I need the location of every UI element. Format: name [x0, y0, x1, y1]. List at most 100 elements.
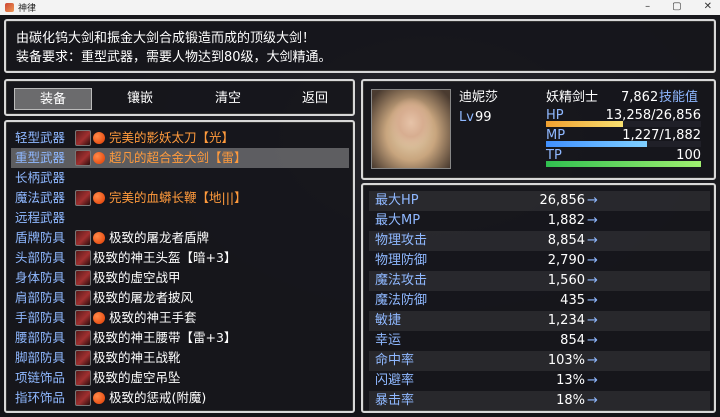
actor-level-label: Lv: [459, 110, 474, 125]
slot-type-label: 魔法武器: [15, 190, 66, 205]
slot-item-name: 极致的神王头盔【暗+3】: [93, 250, 237, 265]
parameter-row: 物理防御 2,790 →: [369, 251, 710, 271]
equip-slot-row[interactable]: 远程武器: [11, 208, 349, 228]
equip-slot-row[interactable]: 脚部防具 极致的神王战靴: [11, 348, 349, 368]
parameter-name: 命中率: [375, 353, 415, 368]
slot-item-name: 完美的影妖太刀【光】: [109, 130, 235, 145]
arrow-right-icon: →: [587, 373, 598, 388]
command-return[interactable]: 返回: [276, 88, 354, 110]
rarity-orb-icon: [93, 132, 105, 144]
boots-icon: [75, 350, 91, 366]
slot-item-name: 超凡的超合金大剑【雷】: [109, 150, 247, 165]
rarity-orb-icon: [93, 312, 105, 324]
rarity-orb-icon: [93, 152, 105, 164]
parameter-row: 幸运 854 →: [369, 331, 710, 351]
tp-value: 100: [676, 148, 701, 163]
parameter-value: 854: [560, 333, 585, 348]
parameter-name: 闪避率: [375, 373, 415, 388]
parameter-row: 敏捷 1,234 →: [369, 311, 710, 331]
katana-icon: [75, 130, 91, 146]
parameter-value: 18%: [556, 393, 585, 408]
armor-icon: [75, 270, 91, 286]
equip-slot-row[interactable]: 手部防具 极致的神王手套: [11, 308, 349, 328]
window-title: 神律: [18, 4, 37, 14]
slot-type-label: 远程武器: [15, 210, 66, 225]
slot-item-name: 极致的虚空吊坠: [93, 370, 181, 385]
slot-item-name: 极致的神王手套: [109, 310, 197, 325]
actor-status-window: 迪妮莎 Lv 99 妖精剑士 7,862 技能值 HP 13,258/26,85…: [361, 79, 716, 180]
helmet-icon: [75, 250, 91, 266]
arrow-right-icon: →: [587, 273, 598, 288]
equip-slot-window: 轻型武器 完美的影妖太刀【光】 重型武器 超凡的超合金大剑【雷】 长柄武器 魔法武器 完美的…: [4, 120, 355, 413]
window-titlebar: 神律 – ▢ ✕: [0, 0, 720, 15]
equip-slot-row[interactable]: 头部防具 极致的神王头盔【暗+3】: [11, 248, 349, 268]
rarity-orb-icon: [93, 232, 105, 244]
parameter-row: 最大HP 26,856 →: [369, 191, 710, 211]
parameter-value: 1,882: [547, 213, 585, 228]
close-icon[interactable]: ✕: [704, 1, 712, 12]
parameter-window: 最大HP 26,856 → 最大MP 1,882 → 物理攻击 8,854 → 物理防御 2,790…: [361, 183, 716, 413]
command-window: 装备 镶嵌 清空 返回: [4, 79, 355, 116]
equip-slot-row[interactable]: 腰部防具 极致的神王腰带【雷+3】: [11, 328, 349, 348]
whip-icon: [75, 190, 91, 206]
shield-icon: [75, 230, 91, 246]
parameter-name: 魔法防御: [375, 293, 428, 308]
slot-item-name: 极致的屠龙者盾牌: [109, 230, 210, 245]
arrow-right-icon: →: [587, 253, 598, 268]
equip-slot-row[interactable]: 肩部防具 极致的屠龙者披风: [11, 288, 349, 308]
belt-icon: [75, 330, 91, 346]
actor-name: 迪妮莎: [459, 90, 499, 105]
slot-type-label: 指环饰品: [15, 390, 66, 405]
equip-slot-row[interactable]: 身体防具 极致的虚空战甲: [11, 268, 349, 288]
rarity-orb-icon: [93, 192, 105, 204]
actor-portrait: [371, 89, 451, 169]
arrow-right-icon: →: [587, 353, 598, 368]
pendant-icon: [75, 370, 91, 386]
slot-item-name: 极致的神王战靴: [93, 350, 181, 365]
slot-item-name: 极致的神王腰带【雷+3】: [93, 330, 237, 345]
app-icon: [5, 3, 14, 12]
equip-slot-row[interactable]: 魔法武器 完美的血蟒长鞭【地|||】: [11, 188, 349, 208]
parameter-row: 暴击率 18% →: [369, 391, 710, 411]
parameter-value: 1,234: [547, 313, 585, 328]
actor-class: 妖精剑士: [546, 90, 599, 105]
parameter-row: 最大MP 1,882 →: [369, 211, 710, 231]
slot-type-label: 轻型武器: [15, 130, 66, 145]
slot-type-label: 长柄武器: [15, 170, 66, 185]
rarity-orb-icon: [93, 392, 105, 404]
cape-icon: [75, 290, 91, 306]
arrow-right-icon: →: [587, 293, 598, 308]
parameter-name: 物理攻击: [375, 233, 428, 248]
parameter-name: 幸运: [375, 333, 402, 348]
command-equip[interactable]: 装备: [14, 88, 92, 110]
ring-icon: [75, 390, 91, 406]
greatsword-icon: [75, 150, 91, 166]
parameter-value: 1,560: [547, 273, 585, 288]
minimize-icon[interactable]: –: [645, 1, 650, 12]
maximize-icon[interactable]: ▢: [672, 1, 681, 12]
slot-type-label: 手部防具: [15, 310, 66, 325]
command-socket[interactable]: 镶嵌: [101, 88, 179, 110]
slot-item-name: 极致的屠龙者披风: [93, 290, 194, 305]
equip-slot-row[interactable]: 指环饰品 极致的惩戒(附魔): [11, 388, 349, 408]
actor-level: 99: [475, 110, 492, 125]
equip-slot-row[interactable]: 盾牌防具 极致的屠龙者盾牌: [11, 228, 349, 248]
parameter-row: 物理攻击 8,854 →: [369, 231, 710, 251]
parameter-value: 435: [560, 293, 585, 308]
parameter-name: 敏捷: [375, 313, 402, 328]
slot-item-name: 极致的惩戒(附魔): [109, 390, 207, 405]
equip-slot-row[interactable]: 长柄武器: [11, 168, 349, 188]
slot-type-label: 项链饰品: [15, 370, 66, 385]
parameter-row: 魔法攻击 1,560 →: [369, 271, 710, 291]
skill-points-label: 技能值: [659, 90, 699, 105]
equip-slot-row[interactable]: 轻型武器 完美的影妖太刀【光】: [11, 128, 349, 148]
arrow-right-icon: →: [587, 313, 598, 328]
parameter-row: 命中率 103% →: [369, 351, 710, 371]
parameter-row: 魔法防御 435 →: [369, 291, 710, 311]
equip-slot-row[interactable]: 重型武器 超凡的超合金大剑【雷】: [11, 148, 349, 168]
game-screen: 由碳化钨大剑和振金大剑合成锻造而成的顶级大剑！ 装备要求：重型武器，需要人物达到…: [0, 15, 720, 417]
arrow-right-icon: →: [587, 193, 598, 208]
slot-type-label: 盾牌防具: [15, 230, 66, 245]
equip-slot-row[interactable]: 项链饰品 极致的虚空吊坠: [11, 368, 349, 388]
command-clear[interactable]: 清空: [189, 88, 267, 110]
